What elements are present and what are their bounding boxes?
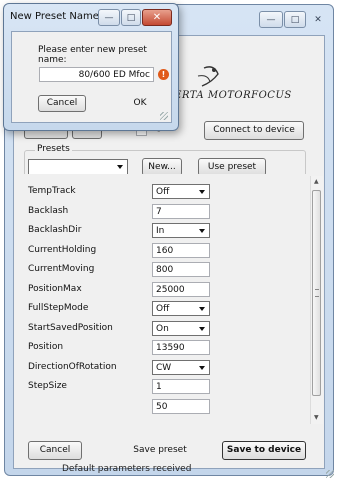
resize-grip[interactable] <box>326 470 334 478</box>
param-input[interactable]: 25000 <box>152 281 210 297</box>
dialog-title: New Preset Name <box>10 11 99 22</box>
param-label: PositionMax <box>28 283 82 294</box>
param-label: CurrentMoving <box>28 264 95 274</box>
param-value: 50 <box>156 401 168 412</box>
param-label: Position <box>28 342 64 352</box>
param-value: 13590 <box>156 343 185 353</box>
chevron-down-icon <box>199 307 205 311</box>
chevron-down-icon <box>199 229 205 233</box>
minimize-icon[interactable]: — <box>259 11 283 28</box>
param-input[interactable]: 7 <box>152 203 210 219</box>
param-select[interactable]: Off <box>152 301 210 316</box>
restore-icon[interactable]: □ <box>284 11 306 28</box>
save-preset-button[interactable]: Save preset <box>120 441 200 460</box>
scroll-down-icon[interactable]: ▼ <box>314 414 319 421</box>
param-input[interactable]: 1 <box>152 379 210 394</box>
param-value: Off <box>156 187 170 197</box>
param-select[interactable]: In <box>152 223 210 238</box>
dialog-resize-grip[interactable] <box>160 112 168 120</box>
param-label: StepSize <box>28 381 67 391</box>
connect-button[interactable]: Connect to device <box>204 121 304 140</box>
param-input[interactable]: 13590 <box>152 340 210 355</box>
dialog-restore-icon[interactable]: □ <box>121 9 141 26</box>
error-icon: ! <box>158 69 169 80</box>
dialog-close-icon[interactable]: ✕ <box>142 9 172 26</box>
param-value: 1 <box>156 382 162 392</box>
cancel-button[interactable]: Cancel <box>28 441 82 460</box>
param-label: FullStepMode <box>28 303 89 313</box>
scroll-up-icon[interactable]: ▲ <box>314 178 319 185</box>
dialog-minimize-icon[interactable]: — <box>98 9 120 26</box>
param-label: Backlash <box>28 205 69 216</box>
param-select[interactable]: On <box>152 320 210 336</box>
logo-text: CERTA MOTORFOCUS <box>166 90 292 101</box>
param-label: TempTrack <box>28 186 76 196</box>
parameters-panel: TempTrack Off Backlash 7 BacklashDir In Curren… <box>18 174 316 427</box>
param-label: DirectionOfRotation <box>28 361 117 372</box>
param-value: Off <box>156 304 170 314</box>
parameters-scrollbar[interactable]: ▲ ▼ <box>310 176 323 424</box>
param-value: In <box>156 226 165 236</box>
param-label: CurrentHolding <box>28 244 97 255</box>
presets-group-label: Presets <box>35 144 72 154</box>
close-icon[interactable]: ✕ <box>307 11 329 28</box>
chevron-down-icon <box>199 326 205 331</box>
dialog-prompt: Please enter new preset name: <box>38 45 147 65</box>
dialog-ok-button[interactable]: OK <box>116 95 164 112</box>
param-value: 160 <box>156 245 174 256</box>
param-value: On <box>156 323 169 334</box>
dialog-client-area: Please enter new preset name: 80/600 ED … <box>11 31 172 123</box>
param-label: BacklashDir <box>28 225 82 235</box>
preset-name-input[interactable]: 80/600 ED Mfoc <box>39 67 154 82</box>
param-input[interactable]: 800 <box>152 262 210 277</box>
dialog-cancel-button[interactable]: Cancel <box>38 95 86 112</box>
scroll-thumb[interactable] <box>312 190 321 396</box>
param-value: CW <box>156 362 172 373</box>
chevron-down-icon <box>199 365 205 370</box>
chevron-down-icon <box>199 190 205 194</box>
param-input[interactable]: 160 <box>152 242 210 258</box>
save-to-device-button[interactable]: Save to device <box>222 441 306 460</box>
param-value: 7 <box>156 206 162 217</box>
param-input[interactable]: 50 <box>152 398 210 414</box>
grip-icon <box>315 289 319 297</box>
param-select[interactable]: Off <box>152 184 210 199</box>
chevron-down-icon <box>117 165 123 169</box>
param-select[interactable]: CW <box>152 359 210 375</box>
status-text: Default parameters received <box>62 464 192 474</box>
new-preset-dialog: New Preset Name — □ ✕ Please enter new p… <box>3 3 179 131</box>
param-value: 800 <box>156 265 174 275</box>
param-value: 25000 <box>156 284 185 295</box>
param-label: StartSavedPosition <box>28 322 113 333</box>
